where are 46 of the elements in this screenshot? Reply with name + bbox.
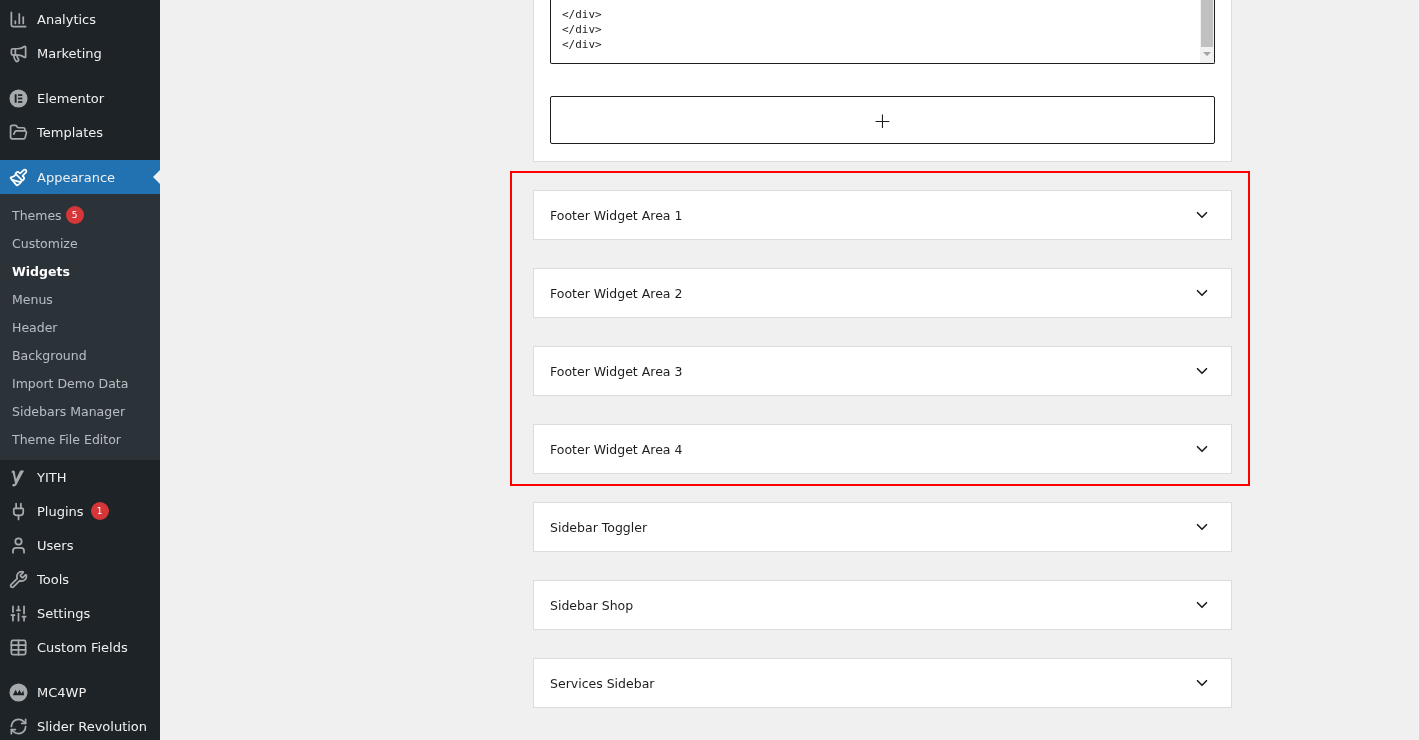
paintbrush-icon [8, 167, 28, 187]
code-text: </div> </div> </div> [561, 7, 603, 53]
menu-item[interactable]: Slider Revolution [0, 709, 160, 740]
folder-icon [8, 122, 28, 142]
menu-item[interactable]: YITH [0, 460, 160, 494]
menu-item[interactable]: Tools [0, 562, 160, 596]
script-y-icon [10, 467, 26, 487]
submenu-item[interactable]: Import Demo Data [0, 369, 160, 397]
menu-item[interactable]: Analytics [0, 2, 160, 36]
count-badge: 5 [65, 206, 84, 224]
widget-area-panel[interactable]: Sidebar Shop [533, 580, 1232, 630]
code-editor[interactable]: </div> </div> </div> [550, 0, 1215, 64]
submenu-item[interactable]: Widgets [0, 257, 160, 285]
menu-item[interactable]: Elementor [0, 81, 160, 115]
count-badge: 1 [90, 502, 109, 520]
menu-item[interactable]: Appearance [0, 160, 160, 194]
sliders-icon [8, 603, 28, 623]
refresh-icon [8, 716, 28, 736]
scrollbar[interactable] [1200, 0, 1214, 63]
wrench-icon [8, 569, 28, 589]
menu-item[interactable]: MC4WP [0, 675, 160, 709]
menu-item[interactable]: Plugins 1 [0, 494, 160, 528]
widget-area-panel[interactable]: Footer Widget Area 3 [533, 346, 1232, 396]
widget-area-panel[interactable]: Services Sidebar [533, 658, 1232, 708]
submenu-item[interactable]: Header [0, 313, 160, 341]
menu-item[interactable]: Templates [0, 115, 160, 149]
menu-item[interactable]: Custom Fields [0, 630, 160, 664]
submenu-item[interactable]: Background [0, 341, 160, 369]
submenu-item[interactable]: Customize [0, 229, 160, 257]
submenu-item[interactable]: Theme File Editor [0, 425, 160, 453]
megaphone-icon [8, 43, 28, 63]
menu-item[interactable]: Settings [0, 596, 160, 630]
widget-area-panel[interactable]: Footer Widget Area 1 [533, 190, 1232, 240]
widget-area-panel[interactable]: Sidebar Toggler [533, 502, 1232, 552]
menu-item[interactable]: Marketing [0, 36, 160, 70]
menu-item[interactable]: Users [0, 528, 160, 562]
bar-chart-icon [8, 9, 28, 29]
submenu-item[interactable]: Themes 5 [0, 201, 160, 229]
add-block-button[interactable]: + [550, 96, 1215, 144]
widget-area-panel[interactable]: Footer Widget Area 4 [533, 424, 1232, 474]
elementor-icon [8, 88, 28, 108]
table-icon [8, 637, 28, 657]
mc4wp-icon [8, 682, 28, 702]
submenu-item[interactable]: Menus [0, 285, 160, 313]
submenu-item[interactable]: Sidebars Manager [0, 397, 160, 425]
widget-area-panel[interactable]: Footer Widget Area 2 [533, 268, 1232, 318]
